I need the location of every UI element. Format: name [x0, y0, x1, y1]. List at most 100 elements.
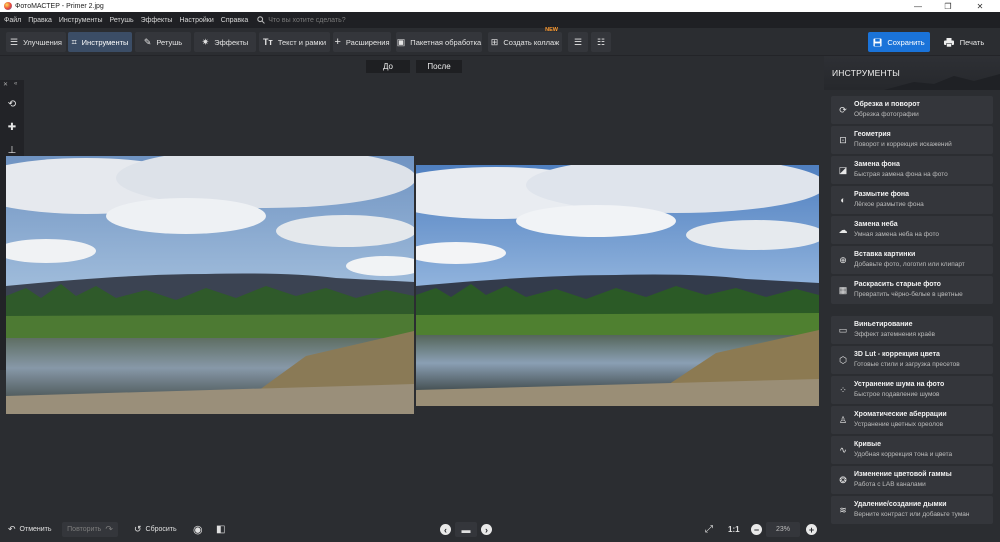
batch-processing-button[interactable]: ▣ Пакетная обработка	[396, 32, 482, 52]
rotate-tool-icon[interactable]: ⟲	[5, 97, 19, 111]
queue-add-button[interactable]: ☰	[568, 32, 588, 52]
queue-settings-button[interactable]: ☷	[591, 32, 611, 52]
sparkle-icon: ✷	[201, 36, 210, 47]
collage-icon: ⊞	[490, 36, 499, 47]
create-collage-button[interactable]: NEW ⊞ Создать коллаж	[488, 27, 562, 52]
actual-size-button[interactable]: 1:1	[728, 522, 742, 537]
menu-tools[interactable]: Инструменты	[59, 17, 103, 24]
open-folder-button[interactable]: ▬	[455, 522, 477, 537]
menu-retouch[interactable]: Ретушь	[110, 17, 134, 24]
tool-3d-lut[interactable]: ⬡ 3D Lut - коррекция цвета Готовые стили…	[831, 346, 993, 374]
tool-title: Изменение цветовой гаммы	[854, 471, 952, 478]
save-button[interactable]: Сохранить	[868, 32, 930, 52]
after-label[interactable]: После	[416, 60, 462, 73]
tool-title: 3D Lut - коррекция цвета	[854, 351, 940, 358]
tab-effects[interactable]: ✷ Эффекты	[194, 32, 256, 52]
collage-label: Создать коллаж	[503, 37, 560, 47]
sliders-icon: ☰	[10, 36, 19, 47]
search-input[interactable]: Что вы хотите сделать?	[268, 17, 345, 24]
tool-title: Удаление/создание дымки	[854, 501, 947, 508]
zoom-level[interactable]: 23%	[766, 522, 800, 537]
photo-after[interactable]	[416, 165, 819, 406]
landscape-before-image	[6, 156, 414, 414]
window-title: ФотоМАСТЕР - Primer 2.jpg	[15, 2, 104, 10]
fit-screen-button[interactable]: ⤢	[705, 522, 717, 537]
redo-button[interactable]: Повторить ↷	[62, 522, 118, 537]
search-icon	[257, 16, 266, 24]
tab-label: Текст и рамки	[277, 37, 327, 47]
menu-help[interactable]: Справка	[221, 17, 248, 24]
tab-label: Расширения	[345, 37, 390, 47]
tool-curves[interactable]: ∿ Кривые Удобная коррекция тона и цвета	[831, 436, 993, 464]
vignette-icon: ▭	[838, 324, 848, 335]
title-bar: ФотоМАСТЕР - Primer 2.jpg — ❐ ✕	[0, 0, 1000, 12]
tab-label: Эффекты	[214, 37, 249, 47]
tool-color-gamut[interactable]: ❂ Изменение цветовой гаммы Работа с LAB …	[831, 466, 993, 494]
tool-subtitle: Быстрое подавление шумов	[854, 391, 940, 398]
strip-close-icon[interactable]: ✕	[3, 81, 8, 88]
tool-sky-replace[interactable]: ☁ Замена неба Умная замена неба на фото	[831, 216, 993, 244]
tab-enhancements[interactable]: ☰ Улучшения	[6, 32, 66, 52]
menu-settings[interactable]: Настройки	[179, 17, 213, 24]
maximize-button[interactable]: ❐	[934, 0, 962, 12]
tab-extensions[interactable]: + Расширения	[333, 32, 391, 52]
tool-background-blur[interactable]: ◐ Размытие фона Лёгкое размытие фона	[831, 186, 993, 214]
before-label[interactable]: До	[366, 60, 410, 73]
tool-chromatic-aberration[interactable]: ♙ Хроматические аберрации Устранение цве…	[831, 406, 993, 434]
close-button[interactable]: ✕	[966, 0, 994, 12]
healing-tool-icon[interactable]: ✚	[5, 120, 19, 134]
tool-crop-rotate[interactable]: ⟳ Обрезка и поворот Обрезка фотографии	[831, 96, 993, 124]
next-photo-button[interactable]: ›	[481, 524, 492, 535]
zoom-in-button[interactable]: +	[806, 524, 817, 535]
tab-tools[interactable]: ⌗ Инструменты	[68, 32, 132, 52]
menu-file[interactable]: Файл	[4, 17, 21, 24]
photo-before[interactable]	[6, 156, 414, 414]
reset-icon: ↺	[134, 524, 142, 534]
tab-text-frames[interactable]: Tт Текст и рамки	[259, 32, 330, 52]
search-box[interactable]: Что вы хотите сделать?	[257, 16, 346, 24]
tab-label: Ретушь	[156, 37, 183, 47]
batch-icon: ▣	[396, 36, 406, 47]
tool-colorize[interactable]: ▦ Раскрасить старые фото Превратить чёрн…	[831, 276, 993, 304]
tool-subtitle: Добавьте фото, логотип или клипарт	[854, 261, 965, 268]
fit-screen-icon: ⤢	[705, 524, 713, 535]
folder-icon: ▬	[461, 524, 471, 535]
tool-vignette[interactable]: ▭ Виньетирование Эффект затемнения краёв	[831, 316, 993, 344]
tool-insert-image[interactable]: ⊕ Вставка картинки Добавьте фото, логоти…	[831, 246, 993, 274]
reset-button[interactable]: ↺ Сбросить	[134, 522, 178, 537]
insert-image-icon: ⊕	[839, 254, 847, 265]
minimize-button[interactable]: —	[904, 0, 932, 12]
tool-background-replace[interactable]: ◪ Замена фона Быстрая замена фона на фот…	[831, 156, 993, 184]
zoom-out-button[interactable]: −	[751, 524, 762, 535]
bottom-bar: ↶ Отменить Повторить ↷ ↺ Сбросить ◉ ◧ ‹ ▬ ›…	[0, 516, 824, 542]
compare-button[interactable]: ◧	[216, 522, 228, 537]
colorize-icon: ▦	[838, 284, 848, 295]
menu-edit[interactable]: Правка	[28, 17, 52, 24]
tool-title: Кривые	[854, 441, 882, 448]
tool-geometry[interactable]: ⊡ Геометрия Поворот и коррекция искажени…	[831, 126, 993, 154]
printer-icon	[943, 37, 954, 47]
print-label: Печать	[959, 37, 985, 47]
prev-photo-button[interactable]: ‹	[440, 524, 451, 535]
list-add-icon: ☰	[573, 36, 583, 47]
tool-dehaze[interactable]: ≋ Удаление/создание дымки Верните контра…	[831, 496, 993, 524]
minus-icon: −	[753, 524, 760, 535]
tool-title: Размытие фона	[854, 191, 910, 198]
undo-icon: ↶	[8, 524, 16, 534]
tool-denoise[interactable]: ⁘ Устранение шума на фото Быстрое подавл…	[831, 376, 993, 404]
print-button[interactable]: Печать	[934, 32, 994, 52]
app-logo-icon	[4, 2, 12, 10]
tab-label: Улучшения	[23, 37, 62, 47]
menu-effects[interactable]: Эффекты	[141, 17, 173, 24]
redo-icon: ↷	[105, 524, 113, 534]
tab-retouch[interactable]: ✎ Ретушь	[135, 32, 191, 52]
eye-icon: ◉	[193, 524, 203, 536]
lut-cube-icon: ⬡	[839, 354, 847, 365]
strip-collapse-icon[interactable]: «	[14, 81, 17, 87]
geometry-icon: ⊡	[839, 134, 847, 145]
preview-eye-button[interactable]: ◉	[193, 522, 206, 537]
stamp-tool-icon[interactable]: ⊥	[5, 143, 19, 157]
undo-button[interactable]: ↶ Отменить	[8, 522, 58, 537]
reset-label: Сбросить	[145, 526, 177, 533]
menu-bar: Файл Правка Инструменты Ретушь Эффекты Н…	[0, 12, 1000, 28]
